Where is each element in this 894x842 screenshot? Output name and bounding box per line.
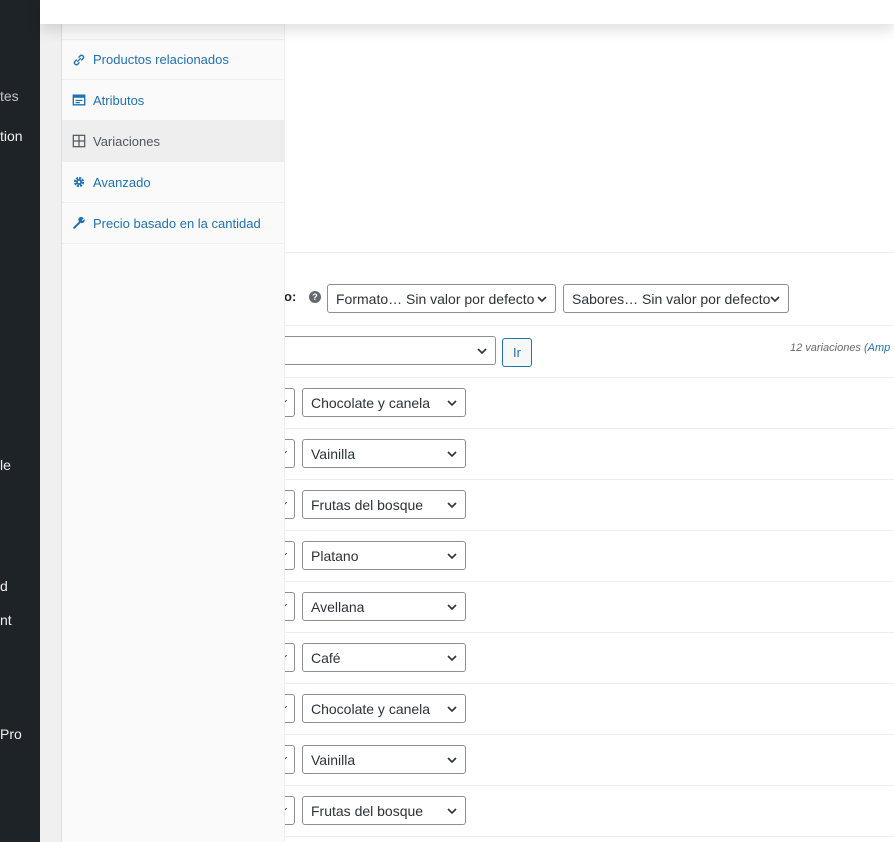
separator [285,785,894,786]
select-value: Vainilla [311,751,356,768]
help-icon[interactable]: ? [309,291,321,303]
separator [285,252,894,253]
wrench-icon [72,216,86,230]
separator [285,836,894,837]
flavor-select[interactable]: Chocolate y canela [302,388,466,417]
table-icon [72,93,86,107]
chevron-down-icon [446,448,458,460]
select-value: Chocolate y canela [311,700,431,717]
go-button[interactable]: Ir [502,338,532,367]
flavor-select[interactable]: Frutas del bosque [302,490,466,519]
tab-variaciones[interactable]: Variaciones [62,121,284,162]
variation-count: 12 variaciones (Amp [790,342,890,354]
admin-menu-item[interactable]: d [0,577,8,595]
flavor-select[interactable]: Platano [302,541,466,570]
chevron-down-icon [446,805,458,817]
flavor-select[interactable]: Frutas del bosque [302,796,466,825]
tab-productos-relacionados[interactable]: Productos relacionados [62,39,284,80]
chevron-down-icon [476,345,488,357]
admin-menu-item[interactable]: nt [0,611,12,629]
product-data-tabs: Productos relacionados Atributos Variaci… [61,24,285,842]
select-value: Frutas del bosque [311,496,424,513]
chevron-down-icon [446,397,458,409]
select-value: Vainilla [311,445,356,462]
chevron-down-icon [446,703,458,715]
tab-avanzado[interactable]: Avanzado [62,162,284,203]
bulk-action-select[interactable] [275,336,496,365]
admin-menu-item[interactable]: Pro [0,725,22,743]
separator [285,683,894,684]
separator [285,428,894,429]
tab-label: Productos relacionados [93,52,229,67]
tab-label: Avanzado [93,174,151,190]
admin-sidebar: tes tion le d nt Pro [0,0,40,842]
link-icon [72,53,86,67]
tab-atributos[interactable]: Atributos [62,80,284,121]
flavor-select[interactable]: Café [302,643,466,672]
select-value: Café [311,649,341,666]
tab-label: Atributos [93,92,145,108]
select-value: Avellana [311,598,365,615]
admin-menu-item[interactable]: tion [0,127,23,145]
admin-menu-item[interactable]: le [0,456,11,474]
tab-label: Variaciones [93,133,160,149]
select-value: Formato… Sin valor por defecto [336,290,535,307]
expand-link[interactable]: Amp [868,342,891,354]
admin-menu-item[interactable]: tes [0,87,19,105]
default-formato-select[interactable]: Formato… Sin valor por defecto [327,284,556,313]
tab-label: Precio basado en la cantidad [93,215,261,231]
separator [285,581,894,582]
select-value: Platano [311,547,359,564]
grid-icon [72,134,86,148]
flavor-select[interactable]: Avellana [302,592,466,621]
gear-icon [72,175,86,189]
chevron-down-icon [446,601,458,613]
select-value: Chocolate y canela [311,394,431,411]
flavor-select[interactable]: Vainilla [302,745,466,774]
separator [285,377,894,378]
separator [285,479,894,480]
default-sabores-select[interactable]: Sabores… Sin valor por defecto [563,284,789,313]
default-form-label: o: [284,289,297,304]
chevron-down-icon [446,652,458,664]
flavor-select[interactable]: Vainilla [302,439,466,468]
chevron-down-icon [446,550,458,562]
chevron-down-icon [446,499,458,511]
variation-count-text: 12 variaciones ( [790,342,868,354]
separator [285,530,894,531]
tab-precio-cantidad[interactable]: Precio basado en la cantidad [62,203,284,244]
select-value: Sabores… Sin valor por defecto [572,290,771,307]
flavor-select[interactable]: Chocolate y canela [302,694,466,723]
header-box [40,0,894,24]
separator [285,632,894,633]
separator [285,325,894,326]
chevron-down-icon [446,754,458,766]
select-value: Frutas del bosque [311,802,424,819]
chevron-down-icon [536,293,548,305]
separator [285,734,894,735]
chevron-down-icon [769,293,781,305]
panel-gap [40,24,61,842]
